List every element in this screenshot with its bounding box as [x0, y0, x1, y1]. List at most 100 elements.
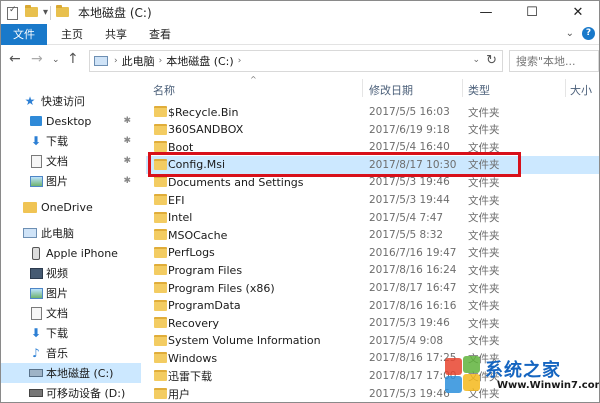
breadcrumb-this-pc[interactable]: 此电脑: [122, 53, 155, 69]
file-modified-date: 2016/7/16 19:47: [369, 246, 457, 259]
column-header-size[interactable]: 大小: [570, 82, 592, 98]
help-icon[interactable]: ?: [582, 27, 595, 40]
file-type: 文件夹: [468, 176, 500, 189]
up-button[interactable]: ↑: [67, 51, 79, 67]
search-input[interactable]: 搜索"本地...: [509, 50, 599, 72]
refresh-icon[interactable]: ↻: [486, 53, 497, 68]
table-row[interactable]: Program Files 2017/8/16 16:24 文件夹: [146, 261, 599, 279]
file-name: Recovery: [168, 316, 220, 330]
table-row[interactable]: Intel 2017/5/4 7:47 文件夹: [146, 209, 599, 227]
file-name: Program Files (x86): [168, 281, 275, 295]
nav-item-downloads[interactable]: ⬇ 下载 ✱: [1, 131, 141, 151]
file-type: 文件夹: [468, 229, 500, 242]
folder-icon: [154, 106, 167, 117]
usb-drive-icon: [29, 386, 43, 400]
close-button[interactable]: ✕: [555, 1, 599, 24]
watermark: 系统之家 Www.Winwin7.com: [443, 354, 599, 396]
file-name: 迅雷下载: [168, 370, 212, 383]
column-header-name[interactable]: 名称: [153, 82, 175, 98]
table-row[interactable]: Recovery 2017/5/3 19:46 文件夹: [146, 314, 599, 332]
table-row[interactable]: 360SANDBOX 2017/6/19 9:18 文件夹: [146, 121, 599, 139]
forward-button[interactable]: →: [31, 51, 43, 67]
column-divider[interactable]: [565, 79, 566, 97]
nav-item-pictures-pc[interactable]: 图片: [1, 283, 141, 303]
file-type: 文件夹: [468, 194, 500, 207]
nav-item-music[interactable]: ♪ 音乐: [1, 343, 141, 363]
file-name: ProgramData: [168, 299, 241, 313]
column-header-type[interactable]: 类型: [468, 82, 490, 98]
address-bar[interactable]: › 此电脑 › 本地磁盘 (C:) › ⌄ ↻: [89, 50, 503, 72]
folder-icon: [154, 123, 167, 135]
document-icon: [29, 306, 43, 320]
nav-item-desktop[interactable]: Desktop ✱: [1, 111, 141, 131]
table-row[interactable]: EFI 2017/5/3 19:44 文件夹: [146, 191, 599, 209]
nav-item-onedrive[interactable]: OneDrive: [1, 197, 141, 217]
properties-icon[interactable]: [7, 6, 20, 20]
file-name: Intel: [168, 211, 193, 225]
pin-icon: ✱: [123, 176, 131, 186]
breadcrumb-separator-icon: ›: [237, 56, 242, 66]
nav-item-apple-iphone[interactable]: Apple iPhone: [1, 243, 141, 263]
nav-item-documents[interactable]: 文档 ✱: [1, 151, 141, 171]
breadcrumb-drive-c[interactable]: 本地磁盘 (C:): [166, 53, 233, 69]
navigation-pane: ★ 快速访问 Desktop ✱ ⬇ 下载 ✱ 文档 ✱ 图片 ✱ OneDri…: [1, 75, 141, 402]
file-modified-date: 2017/5/3 19:44: [369, 194, 450, 206]
nav-item-documents-pc[interactable]: 文档: [1, 303, 141, 323]
customize-toolbar-icon[interactable]: ▾: [43, 7, 48, 18]
table-row[interactable]: PerfLogs 2016/7/16 19:47 文件夹: [146, 244, 599, 262]
column-divider[interactable]: [362, 79, 363, 97]
tab-share[interactable]: 共享: [97, 24, 135, 45]
tab-file[interactable]: 文件: [1, 24, 47, 45]
table-row[interactable]: MSOCache 2017/5/5 8:32 文件夹: [146, 226, 599, 244]
file-name: Windows: [168, 351, 218, 365]
file-name: $Recycle.Bin: [168, 105, 239, 119]
tab-home[interactable]: 主页: [53, 24, 91, 45]
breadcrumb-separator-icon: ›: [114, 56, 118, 66]
minimize-button[interactable]: —: [463, 1, 509, 24]
file-modified-date: 2017/5/3 19:46: [369, 317, 450, 330]
folder-icon: [154, 317, 167, 329]
table-row[interactable]: Program Files (x86) 2017/8/17 16:47 文件夹: [146, 279, 599, 297]
nav-item-this-pc[interactable]: 此电脑: [1, 223, 141, 243]
column-divider[interactable]: [462, 79, 463, 97]
table-row[interactable]: $Recycle.Bin 2017/5/5 16:03 文件夹: [146, 103, 599, 121]
recent-locations-icon[interactable]: ⌄: [52, 55, 60, 65]
nav-item-downloads-pc[interactable]: ⬇ 下载: [1, 323, 141, 343]
tab-view[interactable]: 查看: [141, 24, 179, 45]
video-icon: [29, 266, 43, 280]
nav-item-videos[interactable]: 视频: [1, 263, 141, 283]
file-name: System Volume Information: [168, 334, 321, 348]
folder-icon: [154, 211, 167, 223]
file-modified-date: 2017/5/3 19:46: [369, 176, 450, 189]
picture-icon: [29, 174, 43, 188]
expand-ribbon-icon[interactable]: ⌄: [566, 28, 574, 39]
file-name: Documents and Settings: [168, 175, 304, 189]
file-modified-date: 2017/5/3 19:46: [369, 387, 450, 400]
picture-icon: [29, 286, 43, 300]
table-row[interactable]: ProgramData 2017/8/16 16:16 文件夹: [146, 297, 599, 315]
ribbon-tabs: 文件 主页 共享 查看 ⌄ ?: [1, 24, 599, 45]
back-button[interactable]: ←: [9, 51, 21, 67]
file-modified-date: 2017/5/4 7:47: [369, 211, 444, 224]
address-row: ← → ⌄ ↑ › 此电脑 › 本地磁盘 (C:) › ⌄ ↻ 搜索"本地...: [1, 45, 599, 75]
quick-access-toolbar: ▾ 本地磁盘 (C:): [1, 1, 152, 24]
table-row[interactable]: System Volume Information 2017/5/4 9:08 文件…: [146, 332, 599, 350]
folder-icon: [154, 282, 167, 293]
window-folder-icon: [56, 4, 70, 19]
nav-item-removable-d[interactable]: 可移动设备 (D:): [1, 383, 141, 402]
file-type: 文件夹: [468, 317, 500, 330]
new-folder-icon[interactable]: [25, 4, 38, 19]
address-dropdown-icon[interactable]: ⌄: [472, 55, 480, 65]
folder-icon: [154, 334, 167, 346]
column-header-modified[interactable]: 修改日期: [369, 82, 413, 98]
computer-icon: [94, 56, 108, 66]
nav-item-pictures[interactable]: 图片 ✱: [1, 171, 141, 191]
pin-icon: ✱: [123, 116, 131, 126]
window-title: 本地磁盘 (C:): [78, 6, 152, 20]
file-modified-date: 2017/8/16 16:24: [369, 264, 457, 277]
windows-logo-icon: [443, 354, 483, 394]
maximize-button[interactable]: ☐: [509, 1, 555, 24]
nav-item-local-disk-c[interactable]: 本地磁盘 (C:): [1, 363, 141, 383]
folder-icon: [154, 246, 167, 258]
nav-item-quick-access[interactable]: ★ 快速访问: [1, 91, 141, 111]
